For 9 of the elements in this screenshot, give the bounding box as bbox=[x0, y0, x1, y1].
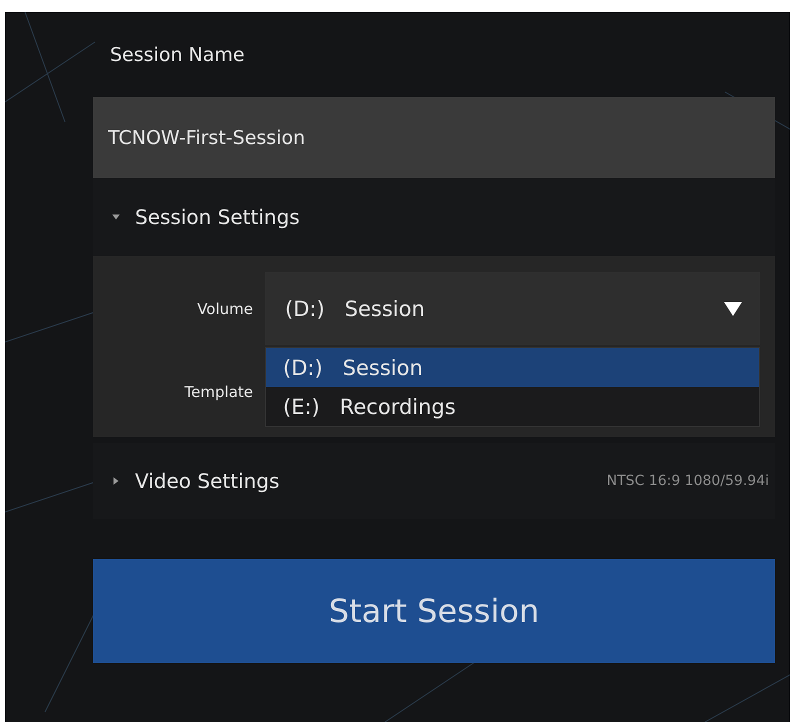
start-session-button[interactable]: Start Session bbox=[93, 559, 775, 663]
volume-label: Volume bbox=[196, 300, 254, 318]
dropdown-arrow-icon bbox=[724, 302, 742, 316]
session-name-label: Session Name bbox=[110, 44, 245, 66]
session-name-field[interactable]: TCNOW-First-Session bbox=[93, 97, 775, 178]
dropdown-option[interactable]: (E:) Recordings bbox=[266, 387, 759, 426]
volume-dropdown[interactable]: (D:) Session bbox=[265, 272, 760, 345]
template-label: Template bbox=[184, 383, 254, 401]
dropdown-option[interactable]: (D:) Session bbox=[266, 348, 759, 387]
